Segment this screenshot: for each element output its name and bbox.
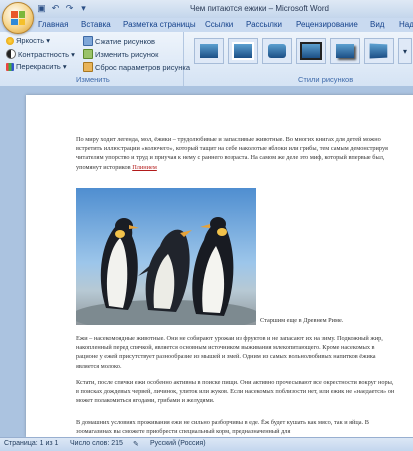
picture-styles-group: ▾ Стили рисунков [188,32,413,86]
pliny-link[interactable]: Плинием [132,164,157,171]
picture-style-thumb[interactable] [364,38,394,64]
picture-styles-label: Стили рисунков [298,75,354,84]
tab-home[interactable]: Главная [38,19,68,31]
reset-picture-icon [83,62,93,72]
word-count[interactable]: Число слов: 215 [70,440,123,447]
tab-view[interactable]: Вид [370,19,384,31]
brightness-button[interactable]: Яркость ▾ [6,36,50,45]
brightness-label: Яркость [16,36,45,45]
picture-style-thumb[interactable] [330,38,360,64]
reset-picture-label: Сброс параметров рисунка [95,62,191,72]
contrast-icon [6,49,16,59]
ribbon-tabs: Главная Вставка Разметка страницы Ссылки… [0,18,413,32]
contrast-label: Контрастность [18,49,70,59]
recolor-label: Перекрасить [16,62,61,71]
brightness-icon [6,36,14,45]
office-logo-icon [11,11,25,25]
ribbon: Яркость ▾ Контрастность ▾ Перекрасить ▾ Сжа… [0,32,413,87]
office-button[interactable] [2,2,34,34]
picture-style-thumb[interactable] [262,38,292,64]
tab-page-layout[interactable]: Разметка страницы [123,19,196,31]
tab-addins[interactable]: Над [399,19,413,31]
paragraph-1: По миру ходит легенда, мол, ёжики – труд… [76,136,388,171]
title-bar: ▣ ↶ ↷ ▾ Чем питаются ежики – Microsoft W… [0,0,413,18]
status-bar: Страница: 1 из 1 Число слов: 215 ✎ Русск… [0,437,413,451]
quick-access-toolbar: ▣ ↶ ↷ ▾ [36,3,89,14]
adjust-group-label: Изменить [76,75,110,84]
spellcheck-icon[interactable]: ✎ [133,440,139,448]
change-picture-label: Изменить рисунок [95,49,159,59]
paragraph-2: Ежи – насекомоядные животные. Они не соб… [76,335,383,370]
chevron-down-icon: ▾ [402,46,407,56]
page-count[interactable]: Страница: 1 из 1 [4,440,58,447]
picture-style-thumb[interactable] [194,38,224,64]
gallery-scroll-button[interactable]: ▾ [398,38,412,64]
document-workspace: По миру ходит легенда, мол, ёжики – труд… [0,86,413,437]
picture-caption: Старшим еще в Древнем Риме. [260,317,344,324]
compress-label: Сжатие рисунков [95,36,156,46]
paragraph-4: В домашних условиях проживания ежи не си… [76,419,369,436]
picture-style-thumb[interactable] [296,38,326,64]
window-title: Чем питаются ежики – Microsoft Word [190,4,329,13]
change-picture-icon [83,49,93,59]
compress-pictures-button[interactable]: Сжатие рисунков [83,36,155,46]
picture-style-thumb[interactable] [228,38,258,64]
language-indicator[interactable]: Русский (Россия) [150,440,206,447]
tab-review[interactable]: Рецензирование [296,19,358,31]
adjust-group: Яркость ▾ Контрастность ▾ Перекрасить ▾ Сжа… [0,32,190,86]
redo-icon[interactable]: ↷ [64,3,75,14]
recolor-icon [6,62,14,71]
recolor-button[interactable]: Перекрасить ▾ [6,62,67,71]
document-page[interactable]: По миру ходит легенда, мол, ёжики – труд… [26,95,413,437]
tab-insert[interactable]: Вставка [81,19,111,31]
tab-mailings[interactable]: Рассылки [246,19,282,31]
compress-icon [83,36,93,46]
save-icon[interactable]: ▣ [36,3,47,14]
contrast-button[interactable]: Контрастность ▾ [6,49,75,59]
undo-icon[interactable]: ↶ [50,3,61,14]
reset-picture-button[interactable]: Сброс параметров рисунка [83,62,190,72]
customize-toolbar-icon[interactable]: ▾ [78,3,89,14]
change-picture-button[interactable]: Изменить рисунок [83,49,158,59]
tab-references[interactable]: Ссылки [205,19,233,31]
penguins-picture[interactable] [76,188,256,325]
paragraph-3: Кстати, после спячки ежи особенно активн… [76,379,395,405]
